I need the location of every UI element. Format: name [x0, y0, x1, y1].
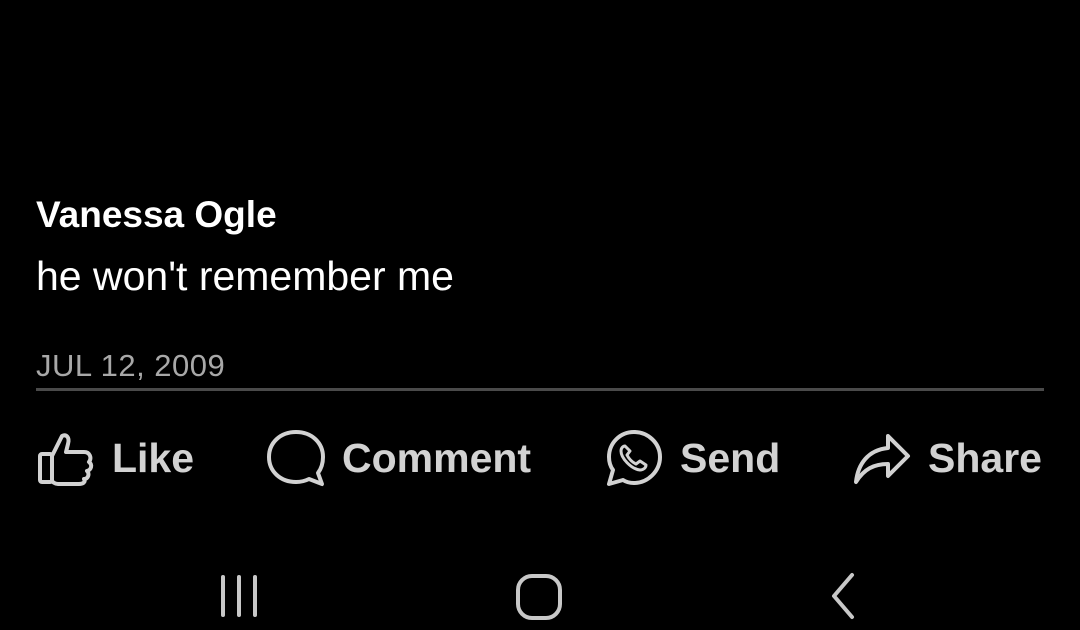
whatsapp-icon [604, 428, 664, 488]
like-button[interactable]: Like [36, 425, 194, 491]
post-timestamp: JUL 12, 2009 [36, 348, 226, 383]
comment-label: Comment [342, 435, 532, 481]
share-label: Share [928, 435, 1042, 481]
send-button[interactable]: Send [604, 425, 780, 491]
share-button[interactable]: Share [852, 425, 1042, 491]
divider [36, 388, 1044, 391]
like-label: Like [112, 435, 195, 481]
recent-apps-button[interactable] [194, 568, 284, 628]
recent-apps-icon [214, 571, 264, 626]
action-bar: Like Comment Send Share [36, 425, 1044, 491]
share-arrow-icon [852, 428, 912, 488]
post-author[interactable]: Vanessa Ogle [36, 192, 1044, 238]
system-navigation-bar [0, 560, 1080, 630]
home-icon [514, 570, 566, 627]
speech-bubble-icon [266, 428, 326, 488]
home-button[interactable] [495, 568, 585, 628]
back-button[interactable] [798, 568, 888, 628]
post-message: he won't remember me [36, 253, 454, 299]
comment-button[interactable]: Comment [266, 425, 531, 491]
post: Vanessa Ogle he won't remember me [36, 192, 1044, 302]
back-icon [818, 571, 868, 626]
thumbs-up-icon [36, 428, 96, 488]
send-label: Send [680, 435, 781, 481]
